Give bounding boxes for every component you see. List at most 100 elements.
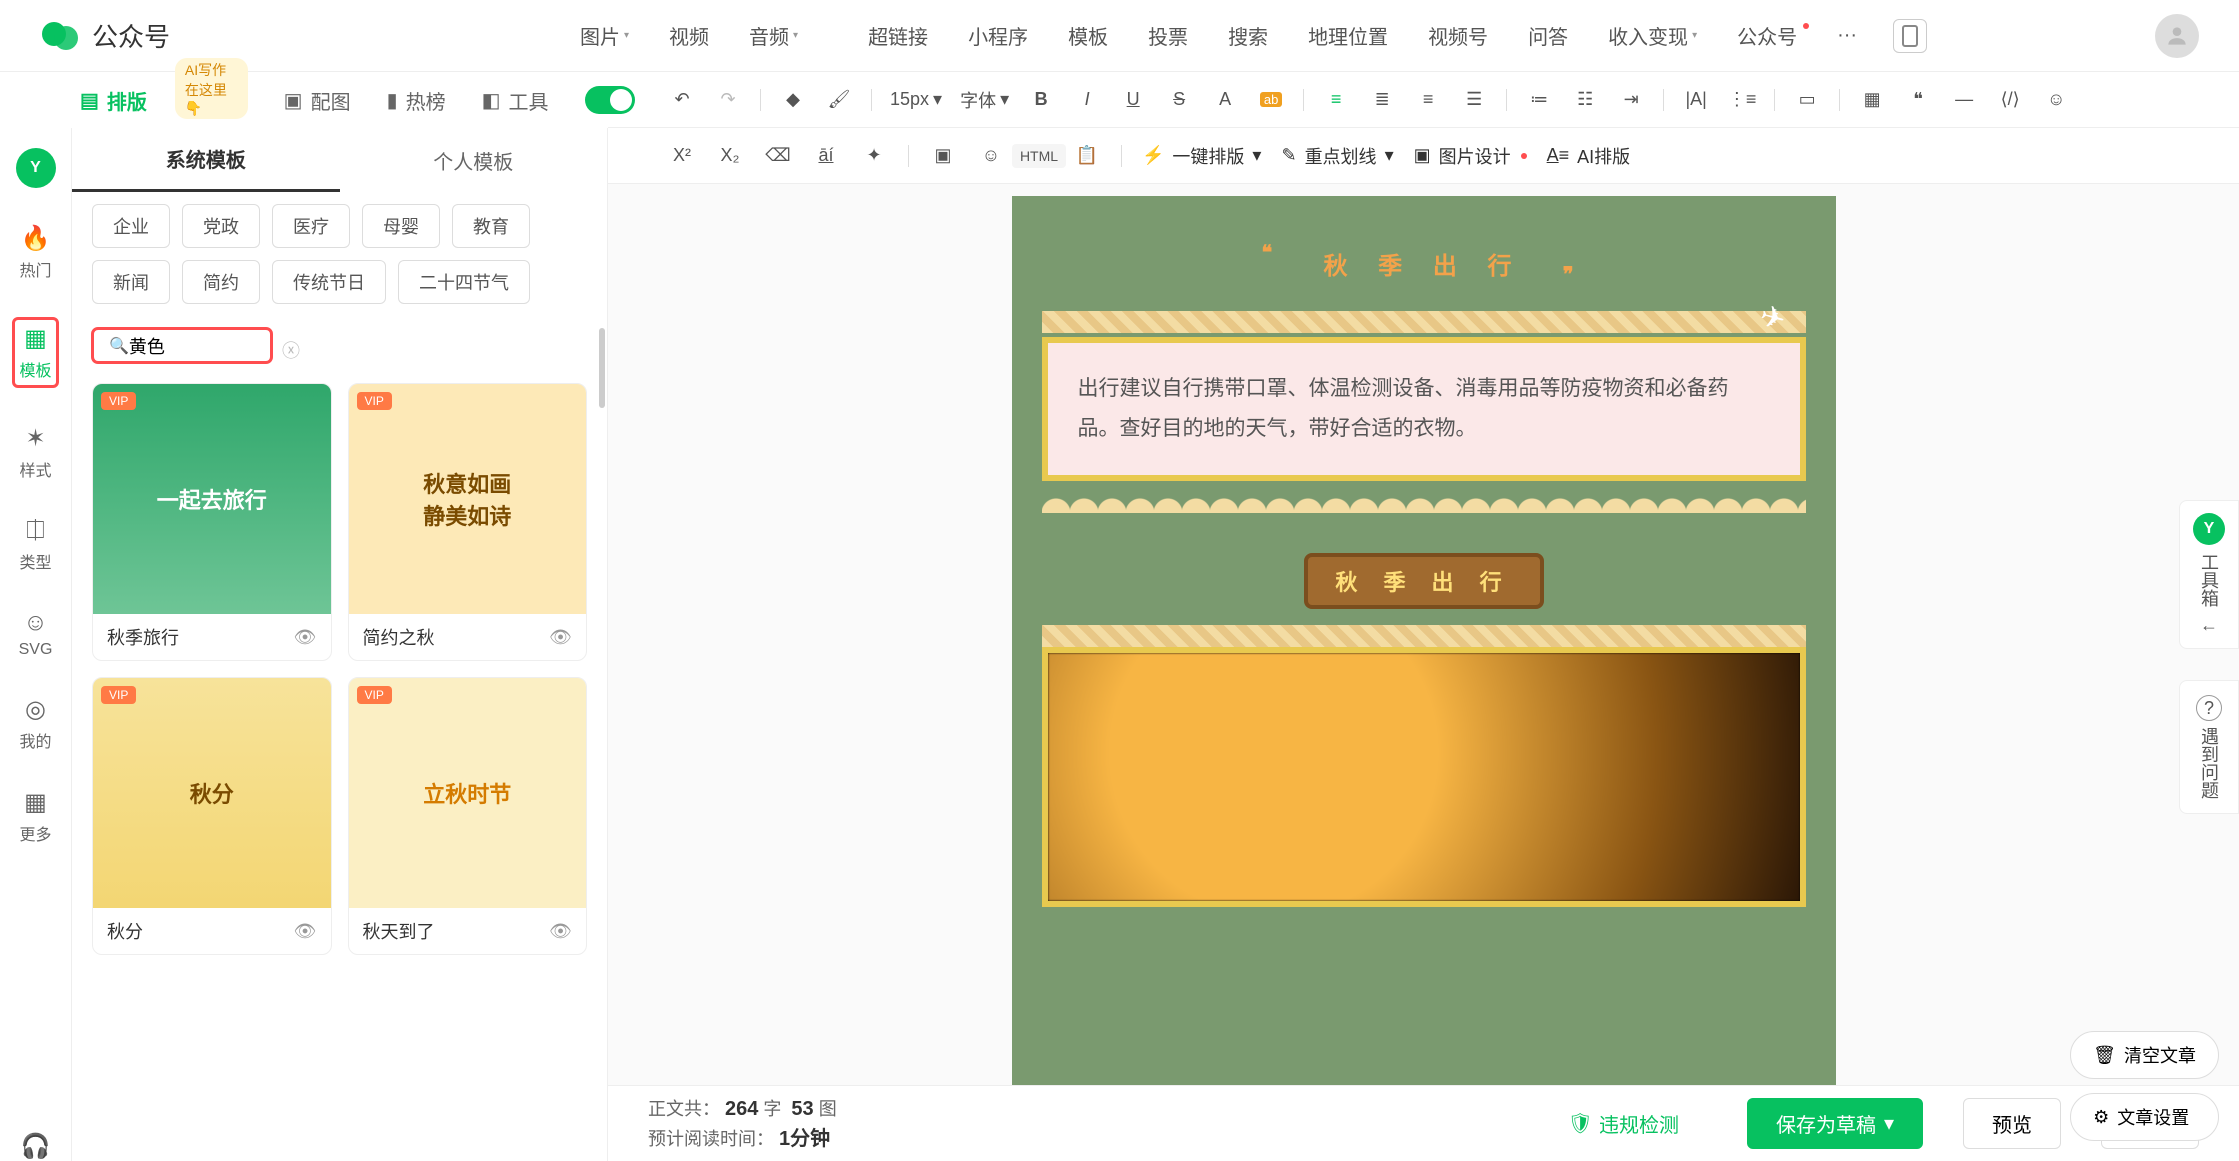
rail-type[interactable]: ⎅类型	[19, 517, 51, 573]
template-card[interactable]: VIP 一起去旅行 秋季旅行👁	[92, 383, 332, 661]
tab-personal-template[interactable]: 个人模板	[340, 128, 608, 192]
menu-location[interactable]: 地理位置	[1288, 21, 1408, 50]
travel-tip-box[interactable]: 出行建议自行携带口罩、体温检测设备、消毒用品等防疫物资和必备药品。查好目的地的天…	[1042, 337, 1806, 481]
search-input[interactable]	[129, 335, 361, 356]
code-icon[interactable]: ⟨/⟩	[1996, 86, 2024, 114]
menu-revenue[interactable]: 收入变现▾	[1588, 21, 1717, 50]
align-right-icon[interactable]: ≡	[1414, 86, 1442, 114]
subnav-layout[interactable]: ▤排版	[80, 86, 147, 115]
menu-more[interactable]: ···	[1817, 24, 1877, 47]
eye-icon[interactable]: 👁	[294, 627, 317, 648]
clear-format-icon[interactable]: ⌫	[764, 142, 792, 170]
eye-icon[interactable]: 👁	[549, 627, 572, 648]
hr-icon[interactable]: —	[1950, 86, 1978, 114]
superscript-icon[interactable]: X²	[668, 142, 696, 170]
paint-bucket-icon[interactable]: ◆	[779, 86, 807, 114]
line-height-icon[interactable]: |A|	[1682, 86, 1710, 114]
right-toolbox-float[interactable]: Y 工具箱 ←	[2179, 500, 2239, 649]
arrow-left-icon[interactable]: ←	[2200, 615, 2218, 636]
indent-icon[interactable]: ⇥	[1617, 86, 1645, 114]
tag-edu[interactable]: 教育	[452, 204, 530, 248]
menu-channels[interactable]: 视频号	[1408, 21, 1508, 50]
article-canvas[interactable]: ❝ 秋 季 出 行 ❞ ✈ 出行建议自行携带口罩、体温检测设备、消毒用品等防疫物…	[1012, 196, 1836, 1161]
progress-icon[interactable]: ▭	[1793, 86, 1821, 114]
html-icon[interactable]: HTML	[1025, 142, 1053, 170]
quote-icon[interactable]: ❝	[1904, 86, 1932, 114]
annotate-icon[interactable]: ✦	[860, 142, 888, 170]
menu-template[interactable]: 模板	[1048, 21, 1128, 50]
preview-button[interactable]: 预览	[1963, 1098, 2061, 1149]
emoji-icon[interactable]: ☺	[2042, 86, 2070, 114]
subnav-image[interactable]: ▣配图	[284, 86, 351, 115]
bg-color-icon[interactable]: ab	[1257, 86, 1285, 114]
tag-baby[interactable]: 母婴	[362, 204, 440, 248]
menu-miniapp[interactable]: 小程序	[948, 21, 1048, 50]
tag-enterprise[interactable]: 企业	[92, 204, 170, 248]
tag-solar[interactable]: 二十四节气	[398, 260, 530, 304]
tag-party[interactable]: 党政	[182, 204, 260, 248]
font-family-select[interactable]: 字体▾	[960, 87, 1009, 113]
menu-vote[interactable]: 投票	[1128, 21, 1208, 50]
tag-news[interactable]: 新闻	[92, 260, 170, 304]
subnav-tools[interactable]: ◧工具	[482, 86, 549, 115]
mobile-preview-icon[interactable]	[1893, 19, 1927, 53]
save-draft-button[interactable]: 保存为草稿 ▾	[1747, 1098, 1923, 1149]
template-card[interactable]: VIP 秋分 秋分👁	[92, 677, 332, 955]
menu-qa[interactable]: 问答	[1508, 21, 1588, 50]
rail-style[interactable]: ✶样式	[19, 424, 51, 481]
menu-search[interactable]: 搜索	[1208, 21, 1288, 50]
photo-frame[interactable]	[1042, 647, 1806, 907]
search-box[interactable]: 🔍	[92, 328, 272, 363]
violation-check-button[interactable]: 🛡 违规检测	[1540, 1099, 1707, 1148]
rail-mine[interactable]: ◎我的	[19, 695, 51, 752]
menu-image[interactable]: 图片▾	[560, 21, 649, 50]
spacing-icon[interactable]: ⋮≡	[1728, 86, 1756, 114]
pinyin-icon[interactable]: āí	[812, 142, 840, 170]
underline-icon[interactable]: U	[1119, 86, 1147, 114]
ai-layout-button[interactable]: A≡AI排版	[1547, 143, 1631, 169]
highlight-button[interactable]: ✎重点划线▾	[1281, 143, 1393, 169]
rail-hot[interactable]: 🔥热门	[19, 224, 51, 281]
redo-icon[interactable]: ↷	[714, 86, 742, 114]
list-ol-icon[interactable]: ≔	[1525, 86, 1553, 114]
scrollbar[interactable]	[599, 328, 605, 408]
rail-template[interactable]: ▦模板	[19, 324, 51, 381]
right-help-float[interactable]: ? 遇到问题	[2179, 680, 2239, 814]
rail-support[interactable]: 🎧	[21, 1132, 51, 1161]
one-click-layout-button[interactable]: ⚡一键排版▾	[1142, 143, 1261, 169]
list-ul-icon[interactable]: ☷	[1571, 86, 1599, 114]
canvas-scroll[interactable]: ❝ 秋 季 出 行 ❞ ✈ 出行建议自行携带口罩、体温检测设备、消毒用品等防疫物…	[608, 184, 2239, 1161]
template-card[interactable]: VIP 立秋时节 秋天到了👁	[348, 677, 588, 955]
eye-icon[interactable]: 👁	[549, 921, 572, 942]
tag-festival[interactable]: 传统节日	[272, 260, 386, 304]
font-size-select[interactable]: 15px▾	[890, 89, 942, 110]
align-left-icon[interactable]: ≡	[1322, 86, 1350, 114]
bold-icon[interactable]: B	[1027, 86, 1055, 114]
undo-icon[interactable]: ↶	[668, 86, 696, 114]
font-color-icon[interactable]: A	[1211, 86, 1239, 114]
paste-icon[interactable]: 📋	[1073, 142, 1101, 170]
menu-video[interactable]: 视频	[649, 21, 729, 50]
template-card[interactable]: VIP 秋意如画 静美如诗 简约之秋👁	[348, 383, 588, 661]
strike-icon[interactable]: S	[1165, 86, 1193, 114]
align-justify-icon[interactable]: ☰	[1460, 86, 1488, 114]
menu-hyperlink[interactable]: 超链接	[848, 21, 948, 50]
eye-icon[interactable]: 👁	[294, 921, 317, 942]
user-avatar[interactable]	[2155, 14, 2199, 58]
format-brush-icon[interactable]: 🖌	[825, 86, 853, 114]
insert-emoji-icon[interactable]: ☺	[977, 142, 1005, 170]
rail-logo-icon[interactable]: Y	[16, 148, 56, 188]
menu-official[interactable]: 公众号	[1717, 21, 1817, 50]
tag-simple[interactable]: 简约	[182, 260, 260, 304]
article-settings-button[interactable]: ⚙文章设置	[2070, 1093, 2219, 1141]
image-design-button[interactable]: ▣图片设计	[1414, 143, 1527, 169]
subscript-icon[interactable]: X₂	[716, 142, 744, 170]
rail-more[interactable]: ▦更多	[19, 788, 51, 845]
insert-image-icon[interactable]: ▣	[929, 142, 957, 170]
table-icon[interactable]: ▦	[1858, 86, 1886, 114]
tag-medical[interactable]: 医疗	[272, 204, 350, 248]
tab-system-template[interactable]: 系统模板	[72, 128, 340, 192]
menu-audio[interactable]: 音频▾	[729, 21, 818, 50]
align-center-icon[interactable]: ≣	[1368, 86, 1396, 114]
subnav-hot[interactable]: ▮热榜	[387, 86, 446, 115]
